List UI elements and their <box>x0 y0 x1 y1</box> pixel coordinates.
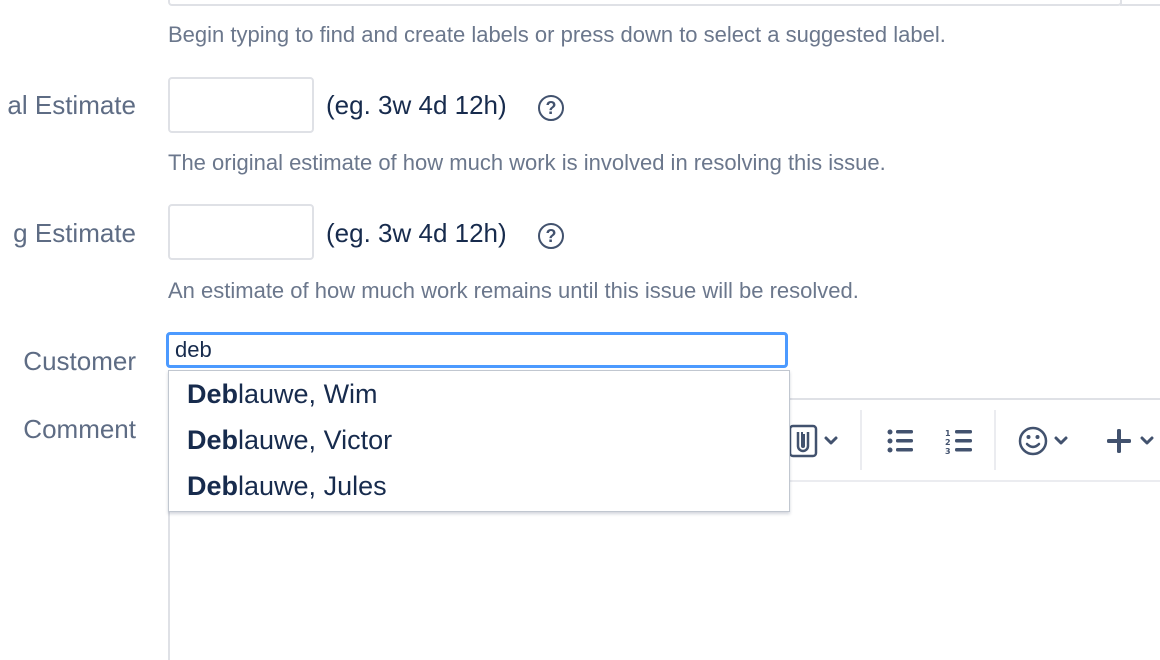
labels-field-edge <box>1120 0 1160 6</box>
suggestion-match-text: Deb <box>187 425 239 455</box>
original-estimate-format-hint: (eg. 3w 4d 12h) <box>326 90 507 120</box>
original-estimate-label: al Estimate <box>7 90 136 120</box>
issue-form: Begin typing to find and create labels o… <box>0 0 1160 660</box>
suggestion-item[interactable]: Deblauwe, Wim <box>169 371 789 417</box>
labels-input[interactable] <box>168 0 1122 6</box>
suggestion-match-text: Deb <box>187 471 239 501</box>
insert-plus-icon[interactable] <box>1104 424 1160 458</box>
suggestion-item[interactable]: Deblauwe, Victor <box>169 417 789 463</box>
customer-label: Customer <box>23 346 136 376</box>
toolbar-separator <box>860 410 862 470</box>
remaining-estimate-format-hint: (eg. 3w 4d 12h) <box>326 218 507 248</box>
customer-suggestions-dropdown: Deblauwe, Wim Deblauwe, Victor Deblauwe,… <box>168 370 790 512</box>
suggestion-item[interactable]: Deblauwe, Jules <box>169 463 789 509</box>
remaining-estimate-label: g Estimate <box>13 218 136 248</box>
comment-label: Comment <box>23 414 136 444</box>
suggestion-rest-text: lauwe, Jules <box>238 471 387 501</box>
suggestion-rest-text: lauwe, Victor <box>238 425 393 455</box>
numbered-list-icon[interactable]: 1 2 3 <box>945 428 975 454</box>
original-estimate-input[interactable] <box>168 77 314 133</box>
help-icon[interactable]: ? <box>538 223 564 249</box>
svg-text:2: 2 <box>945 438 951 447</box>
labels-help-text: Begin typing to find and create labels o… <box>168 22 946 47</box>
customer-input[interactable] <box>166 332 788 368</box>
help-icon[interactable]: ? <box>538 95 564 121</box>
svg-text:3: 3 <box>945 447 951 454</box>
original-estimate-help-text: The original estimate of how much work i… <box>168 150 886 175</box>
attachment-icon[interactable] <box>788 424 840 458</box>
toolbar-separator <box>994 410 996 470</box>
emoji-icon[interactable] <box>1018 424 1076 458</box>
remaining-estimate-input[interactable] <box>168 204 314 260</box>
suggestion-rest-text: lauwe, Wim <box>238 379 378 409</box>
svg-text:1: 1 <box>945 429 951 438</box>
remaining-estimate-help-text: An estimate of how much work remains unt… <box>168 278 859 303</box>
bullet-list-icon[interactable] <box>886 428 916 454</box>
suggestion-match-text: Deb <box>187 379 239 409</box>
